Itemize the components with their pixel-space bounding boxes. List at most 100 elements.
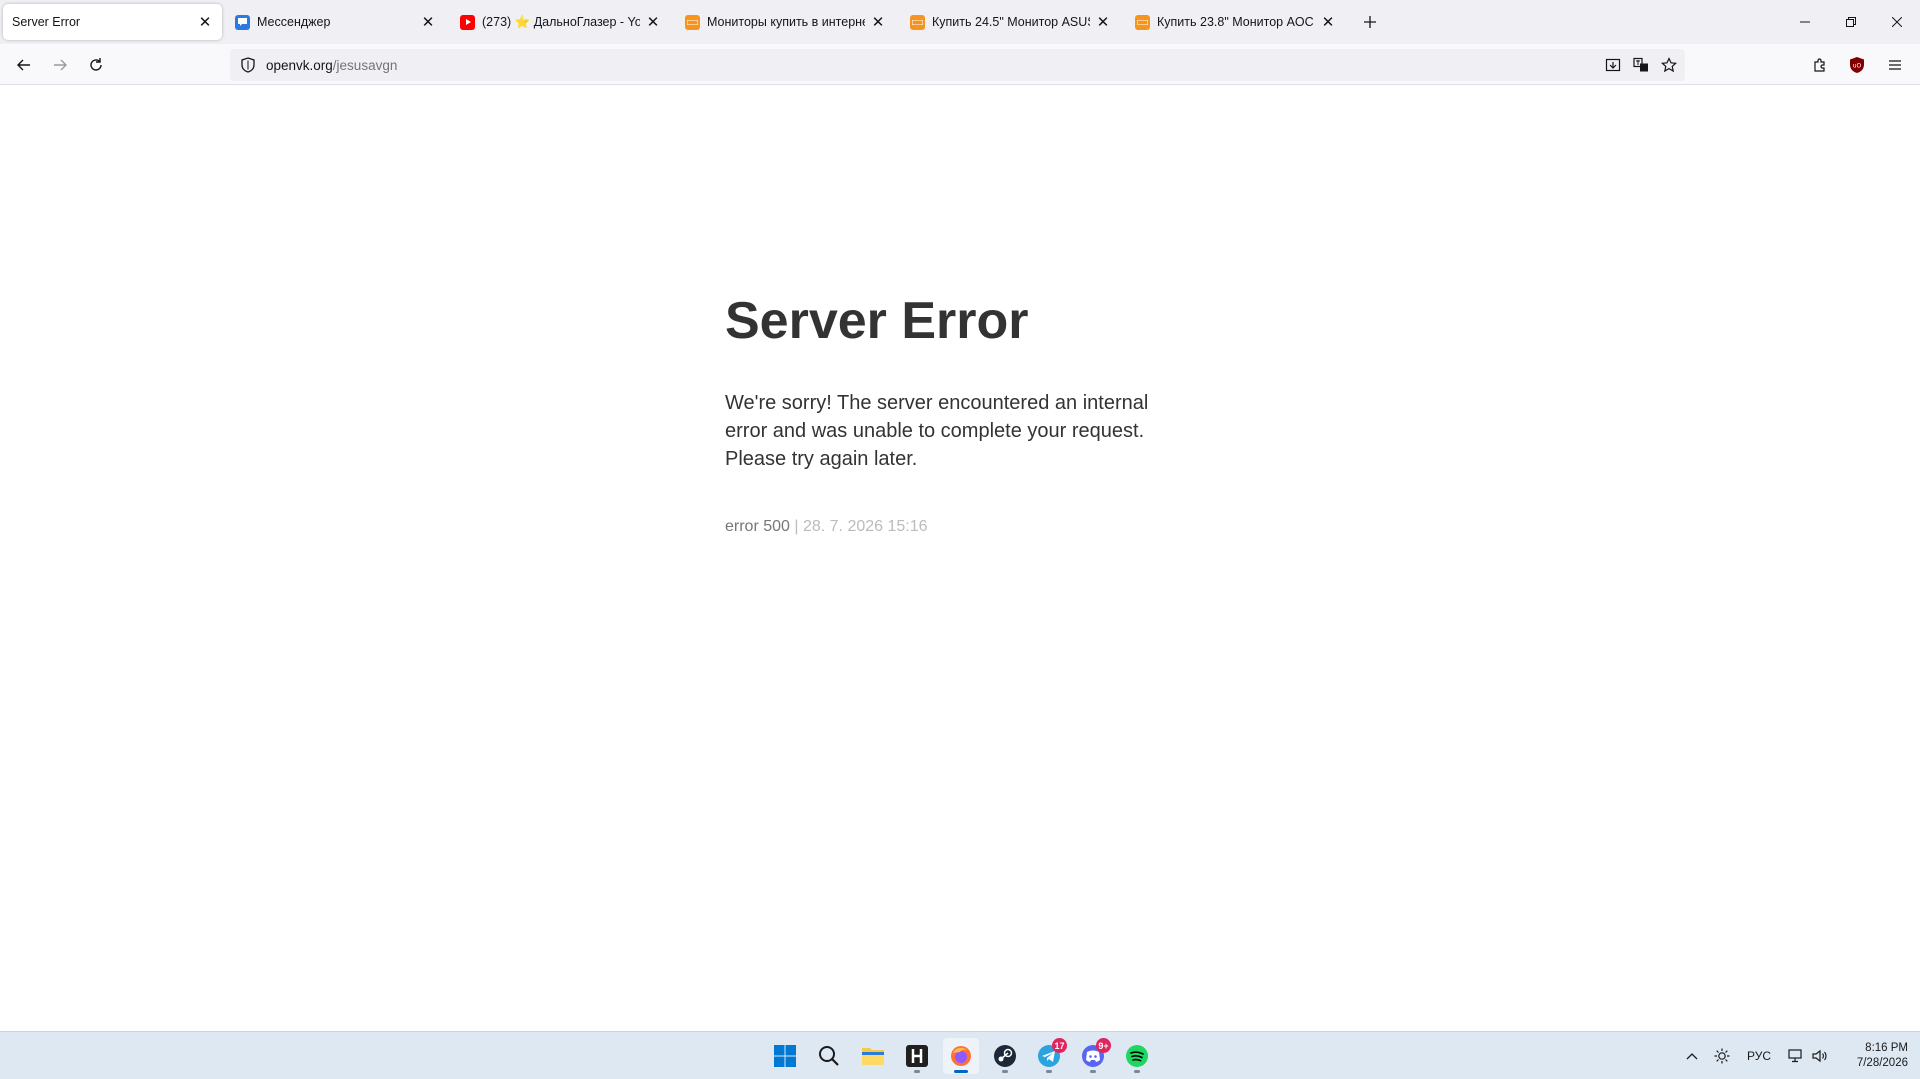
url-text[interactable]: openvk.org/jesusavgn (266, 58, 397, 73)
show-hidden-icons-button[interactable] (1680, 1044, 1704, 1068)
tab-title: (273) ⭐ ДальноГлазер - YouTube (482, 14, 640, 29)
dns-icon (910, 14, 925, 30)
vk-messenger-icon (235, 14, 250, 30)
tab-title: Купить 24.5" Монитор ASUS ROG (932, 15, 1090, 29)
tab-server-error[interactable]: Server Error ✕ (3, 4, 222, 40)
tab-aoc-monitor[interactable]: Купить 23.8" Монитор AOC 24G ✕ (1126, 4, 1345, 40)
brightness-icon (1714, 1048, 1730, 1064)
url-path: /jesusavgn (332, 58, 398, 73)
running-indicator (1090, 1070, 1096, 1073)
download-page-icon (1605, 58, 1621, 72)
site-info-icon[interactable] (237, 54, 259, 76)
error-code: error 500 (725, 518, 790, 535)
notification-badge: 17 (1052, 1038, 1067, 1053)
network-button[interactable] (1784, 1044, 1808, 1068)
firefox-icon (951, 1046, 971, 1066)
close-icon[interactable]: ✕ (196, 13, 214, 31)
close-icon[interactable]: ✕ (1319, 13, 1337, 31)
forward-button[interactable] (46, 51, 74, 79)
tab-monitors[interactable]: Мониторы купить в интернет-магазине ✕ (676, 4, 895, 40)
windows-start-icon (774, 1045, 796, 1067)
minimize-button[interactable] (1782, 0, 1828, 44)
arrow-right-icon (54, 59, 67, 71)
close-icon (1892, 17, 1902, 27)
discord-button[interactable]: 9+ (1075, 1038, 1111, 1074)
arrow-left-icon (17, 59, 30, 71)
taskbar: 17 9+ РУС 8:16 PM 7/28/2026 (0, 1031, 1920, 1079)
close-icon[interactable]: ✕ (869, 13, 887, 31)
save-page-button[interactable] (1602, 54, 1624, 76)
firefox-button[interactable] (943, 1038, 979, 1074)
ublock-shield-icon: uO (1850, 57, 1864, 73)
page-content: Server Error We're sorry! The server enc… (0, 86, 1920, 1030)
file-explorer-button[interactable] (855, 1038, 891, 1074)
steam-button[interactable] (987, 1038, 1023, 1074)
active-indicator (954, 1070, 968, 1073)
extensions-button[interactable] (1806, 51, 1834, 79)
tab-youtube[interactable]: (273) ⭐ ДальноГлазер - YouTube ✕ (451, 4, 670, 40)
spotify-button[interactable] (1119, 1038, 1155, 1074)
start-button[interactable] (767, 1038, 803, 1074)
network-icon (1788, 1049, 1802, 1063)
close-icon[interactable]: ✕ (1094, 13, 1112, 31)
clock-time: 8:16 PM (1865, 1042, 1908, 1054)
error-timestamp: 28. 7. 2026 15:16 (802, 518, 928, 535)
clock-date: 7/28/2026 (1856, 1057, 1908, 1069)
tab-title: Server Error (12, 15, 81, 29)
svg-text:uO: uO (1853, 63, 1862, 70)
url-host: openvk.org (266, 58, 333, 73)
reload-button[interactable] (82, 51, 110, 79)
close-icon[interactable]: ✕ (644, 13, 662, 31)
telegram-button[interactable]: 17 (1031, 1038, 1067, 1074)
hamburger-menu-icon (1889, 60, 1901, 70)
running-indicator (1134, 1070, 1140, 1073)
meta-separator: | (789, 518, 803, 535)
spotify-icon (1126, 1045, 1148, 1067)
address-bar[interactable]: openvk.org/jesusavgn (230, 49, 1685, 81)
star-icon (1661, 57, 1677, 73)
back-button[interactable] (10, 51, 38, 79)
steam-icon (994, 1045, 1016, 1067)
dns-icon (1135, 14, 1150, 30)
plus-icon (1364, 16, 1376, 28)
tab-messenger[interactable]: Мессенджер ✕ (226, 4, 445, 40)
clock[interactable]: 8:16 PM 7/28/2026 (1838, 1041, 1908, 1071)
page-title: Server Error (725, 292, 1029, 350)
search-icon (819, 1046, 839, 1066)
running-indicator (1046, 1070, 1052, 1073)
hoyoplay-icon (906, 1045, 928, 1067)
youtube-icon (460, 14, 475, 30)
speaker-icon (1812, 1049, 1827, 1063)
chevron-up-icon (1686, 1053, 1698, 1060)
bookmark-button[interactable] (1658, 54, 1680, 76)
ublock-origin-button[interactable]: uO (1843, 51, 1871, 79)
language-indicator[interactable]: РУС (1742, 1044, 1776, 1068)
tab-asus-monitor[interactable]: Купить 24.5" Монитор ASUS ROG ✕ (901, 4, 1120, 40)
hoyoplay-button[interactable] (899, 1038, 935, 1074)
folder-icon (862, 1048, 884, 1065)
error-message: We're sorry! The server encountered an i… (725, 392, 1149, 470)
menu-button[interactable] (1881, 51, 1909, 79)
restore-icon (1846, 17, 1856, 27)
new-tab-button[interactable] (1358, 10, 1382, 34)
puzzle-icon (1814, 58, 1825, 72)
reload-icon (90, 58, 102, 71)
close-icon[interactable]: ✕ (419, 13, 437, 31)
volume-button[interactable] (1808, 1044, 1832, 1068)
brightness-button[interactable] (1710, 1044, 1734, 1068)
translate-icon (1633, 57, 1648, 72)
shield-icon (241, 57, 255, 73)
error-meta: error 500 | 28. 7. 2026 15:16 (725, 518, 928, 536)
tab-title: Купить 23.8" Монитор AOC 24G (1157, 15, 1315, 29)
running-indicator (1002, 1070, 1008, 1073)
tab-strip: Server Error ✕ Мессенджер ✕ (273) ⭐ Даль… (0, 0, 1920, 44)
navigation-toolbar: openvk.org/jesusavgn uO (0, 44, 1920, 85)
search-button[interactable] (811, 1038, 847, 1074)
close-window-button[interactable] (1874, 0, 1920, 44)
translate-button[interactable] (1630, 54, 1652, 76)
notification-badge: 9+ (1096, 1038, 1111, 1053)
restore-button[interactable] (1828, 0, 1874, 44)
tab-title: Мониторы купить в интернет-магазине (707, 15, 865, 29)
dns-icon (685, 14, 700, 30)
tab-title: Мессенджер (257, 15, 331, 29)
